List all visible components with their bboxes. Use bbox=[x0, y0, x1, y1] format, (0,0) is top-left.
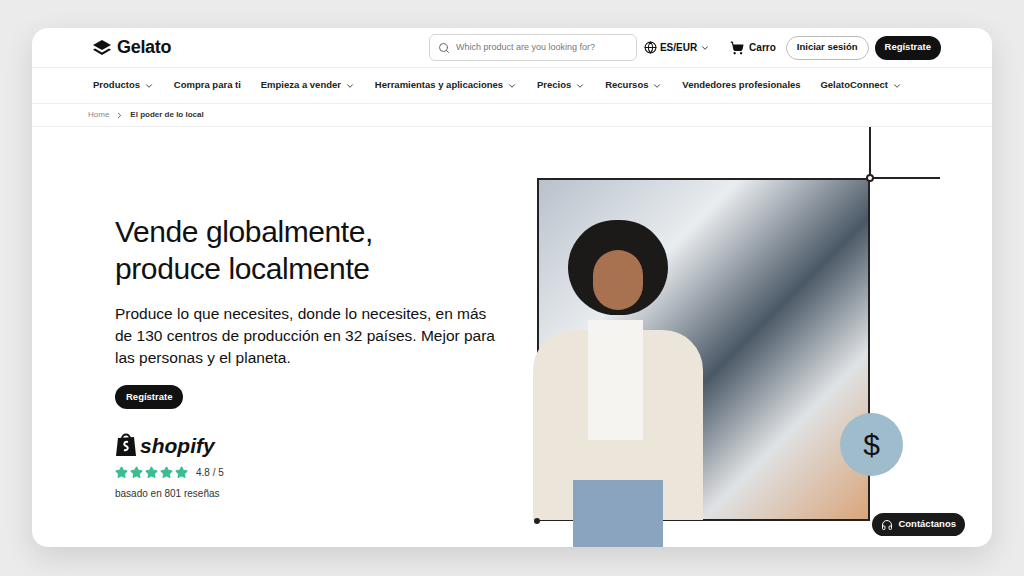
star-icon bbox=[145, 466, 158, 479]
shopify-logo: shopify bbox=[115, 431, 215, 457]
header: GelatoWhich product are you looking for?… bbox=[32, 28, 992, 68]
cta-button[interactable]: Regístrate bbox=[115, 385, 183, 409]
nav-item[interactable]: Productos bbox=[93, 78, 154, 92]
star-icon bbox=[175, 466, 188, 479]
chevron-down-icon bbox=[892, 81, 902, 91]
chevron-right-icon bbox=[115, 111, 124, 120]
deco-vertical-line bbox=[869, 127, 871, 178]
shopify-rating: shopify 4.8 / 5 basado en 801 reseñas bbox=[115, 431, 224, 501]
hero-title: Vende globalmente,produce localmente bbox=[115, 213, 373, 287]
search-field[interactable]: Which product are you looking for? bbox=[429, 34, 637, 61]
nav-bar: Productos Compra para ti Empieza a vender H… bbox=[32, 68, 992, 103]
nav-item[interactable]: Vendedores profesionales bbox=[682, 78, 800, 92]
nav-item[interactable]: Compra para ti bbox=[174, 78, 241, 92]
rating-score: 4.8 / 5 bbox=[196, 465, 224, 480]
locale-selector[interactable]: ES/EUR bbox=[644, 40, 710, 55]
logo[interactable]: Gelato bbox=[93, 34, 429, 61]
star-icon bbox=[115, 466, 128, 479]
chevron-down-icon bbox=[652, 81, 662, 91]
breadcrumb-item: El poder de lo local bbox=[130, 109, 203, 121]
deco-horizontal-line bbox=[869, 177, 940, 179]
gelato-logo-icon bbox=[93, 40, 111, 56]
chevron-down-icon bbox=[700, 43, 710, 53]
chevron-down-icon bbox=[575, 81, 585, 91]
signup-button[interactable]: Regístrate bbox=[875, 36, 941, 60]
hero-visual: $ bbox=[537, 127, 870, 547]
login-button[interactable]: Iniciar sesión bbox=[786, 36, 869, 60]
nav-item[interactable]: GelatoConnect bbox=[820, 78, 902, 92]
chevron-down-icon bbox=[507, 81, 517, 91]
corner-dot bbox=[534, 518, 540, 524]
hero: Vende globalmente,produce localmente Prod… bbox=[32, 127, 992, 547]
rating-row: 4.8 / 5 bbox=[115, 465, 224, 480]
corner-dot bbox=[866, 174, 874, 182]
page: GelatoWhich product are you looking for?… bbox=[0, 0, 1024, 576]
chevron-down-icon bbox=[345, 81, 355, 91]
globe-icon bbox=[644, 41, 657, 54]
shopify-bag-icon bbox=[115, 431, 137, 457]
search-icon bbox=[438, 42, 450, 54]
nav-item[interactable]: Empieza a vender bbox=[261, 78, 355, 92]
person-photo bbox=[513, 220, 703, 547]
nav-item[interactable]: Recursos bbox=[605, 78, 662, 92]
contact-button[interactable]: Contáctanos bbox=[872, 513, 965, 536]
cart-icon bbox=[730, 41, 744, 55]
nav-item[interactable]: Herramientas y aplicaciones bbox=[375, 78, 517, 92]
hero-subtitle: Produce lo que necesites, donde lo neces… bbox=[115, 303, 500, 369]
hero-photo: $ bbox=[537, 178, 870, 521]
cart[interactable]: Carro bbox=[730, 40, 776, 55]
breadcrumb: Home El poder de lo local bbox=[32, 103, 992, 127]
star-icon bbox=[160, 466, 173, 479]
star-icon bbox=[130, 466, 143, 479]
hero-text: Vende globalmente,produce localmente Prod… bbox=[32, 127, 537, 547]
nav-item[interactable]: Precios bbox=[537, 78, 585, 92]
headphones-icon bbox=[881, 519, 893, 531]
chevron-down-icon bbox=[144, 81, 154, 91]
site-card: GelatoWhich product are you looking for?… bbox=[32, 28, 992, 547]
review-count: basado en 801 reseñas bbox=[115, 486, 220, 501]
dollar-badge: $ bbox=[840, 413, 903, 476]
breadcrumb-item[interactable]: Home bbox=[88, 109, 109, 121]
